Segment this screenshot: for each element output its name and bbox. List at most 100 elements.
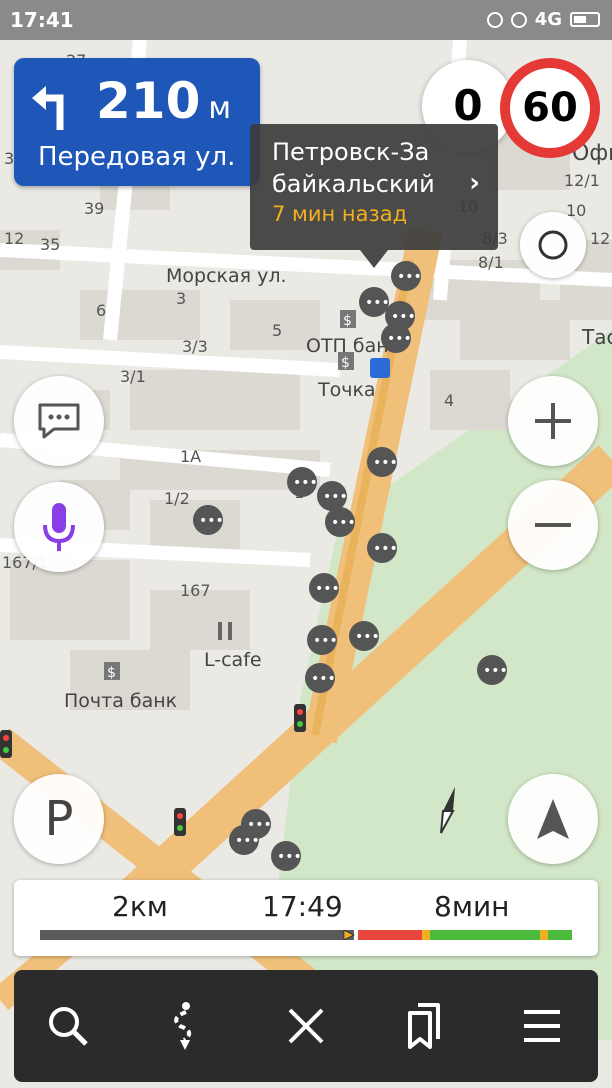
svg-text:12: 12 — [4, 229, 24, 248]
search-button[interactable] — [40, 998, 96, 1054]
callout-line2: байкальский — [272, 170, 435, 198]
close-icon — [288, 1008, 324, 1044]
speed-limit-sign: 60 — [500, 58, 600, 158]
layers-button[interactable] — [520, 212, 586, 278]
status-bar: 17:41 4G — [0, 0, 612, 40]
svg-text:•••: ••• — [387, 331, 412, 347]
bus-stop-icon — [370, 358, 390, 378]
svg-text:3/3: 3/3 — [182, 337, 208, 356]
bank-icon: $ — [340, 310, 356, 329]
svg-text:12: 12 — [590, 229, 610, 248]
svg-text:•••: ••• — [199, 513, 224, 529]
svg-text:•••: ••• — [315, 581, 340, 597]
traffic-light-icon — [174, 808, 186, 836]
svg-text:•••: ••• — [397, 269, 422, 285]
svg-text:•••: ••• — [293, 475, 318, 491]
zoom-in-button[interactable] — [508, 376, 598, 466]
maneuver-street: Передовая ул. — [38, 142, 236, 172]
maneuver-distance-unit: м — [208, 91, 232, 126]
callout-pointer — [360, 250, 388, 268]
turn-left-icon — [32, 86, 64, 130]
svg-text:•••: ••• — [331, 515, 356, 531]
microphone-icon — [43, 503, 75, 551]
recenter-button[interactable] — [508, 774, 598, 864]
voice-assistant-button[interactable] — [14, 482, 104, 572]
parking-icon: P — [44, 791, 74, 847]
layers-icon — [538, 230, 568, 260]
compass-button[interactable] — [418, 780, 478, 840]
menu-icon — [524, 1010, 560, 1042]
route-distance: 2км — [112, 890, 168, 923]
svg-text:•••: ••• — [323, 489, 348, 505]
navigation-arrow-icon — [537, 799, 569, 839]
route-button[interactable] — [158, 998, 214, 1054]
svg-text:5: 5 — [272, 321, 282, 340]
svg-text:•••: ••• — [483, 663, 508, 679]
svg-text:•••: ••• — [373, 455, 398, 471]
bank-icon: $ — [104, 662, 120, 681]
traffic-bar-free — [548, 930, 572, 940]
poi-label-lcafe: L-cafe — [204, 649, 262, 671]
svg-text:8/1: 8/1 — [478, 253, 504, 272]
callout-time-ago: 7 мин назад — [272, 202, 408, 226]
search-icon — [49, 1007, 88, 1046]
callout-line1: Петровск-За — [272, 138, 430, 166]
cancel-route-button[interactable] — [278, 998, 334, 1054]
svg-text:•••: ••• — [391, 309, 416, 325]
bookmarks-button[interactable] — [396, 998, 452, 1054]
chevron-right-icon: › — [469, 168, 480, 198]
svg-text:$: $ — [107, 665, 116, 681]
parking-button[interactable]: P — [14, 774, 104, 864]
battery-icon — [570, 12, 600, 27]
maneuver-panel[interactable]: 210 м Передовая ул. — [14, 58, 260, 186]
traffic-light-icon — [294, 704, 306, 732]
bottom-toolbar — [14, 970, 598, 1082]
traffic-progress-bar — [40, 930, 572, 940]
svg-text:•••: ••• — [373, 541, 398, 557]
svg-text:•••: ••• — [277, 849, 302, 865]
traffic-bar-jam — [358, 930, 422, 940]
network-type: 4G — [534, 9, 562, 30]
traffic-bar-done — [40, 930, 354, 940]
route-icon — [174, 1002, 192, 1050]
svg-text:•••: ••• — [235, 833, 260, 849]
status-icons: 4G — [486, 9, 600, 30]
maneuver-distance: 210 м — [96, 76, 231, 126]
status-time: 17:41 — [10, 8, 74, 32]
street-label-morskaya: Морская ул. — [166, 265, 287, 287]
traffic-bar-slow — [422, 930, 430, 940]
svg-text:3/1: 3/1 — [120, 367, 146, 386]
svg-text:$: $ — [341, 355, 350, 371]
svg-text:167: 167 — [180, 581, 211, 600]
event-callout[interactable]: Петровск-За байкальский 7 мин назад › — [250, 124, 498, 250]
poi-label-tochka: Точка — [317, 379, 376, 401]
svg-text:$: $ — [343, 313, 352, 329]
traffic-bar-free — [430, 930, 540, 940]
traffic-light-icon — [0, 730, 12, 758]
menu-button[interactable] — [514, 998, 570, 1054]
route-summary-panel[interactable]: 2км 17:49 8мин — [14, 880, 598, 956]
poi-label-pochta: Почта банк — [64, 690, 177, 712]
maneuver-distance-value: 210 — [96, 72, 201, 130]
location-icon — [486, 11, 503, 28]
svg-text:•••: ••• — [313, 633, 338, 649]
svg-text:1А: 1А — [180, 447, 201, 466]
alarm-icon — [510, 11, 527, 28]
bookmarks-icon — [408, 1003, 440, 1049]
chat-icon — [38, 403, 80, 439]
zoom-out-button[interactable] — [508, 480, 598, 570]
svg-text:3: 3 — [176, 289, 186, 308]
poi-label-tas: Тас — [581, 325, 612, 349]
svg-text:•••: ••• — [311, 671, 336, 687]
plus-icon — [535, 403, 571, 439]
route-duration: 8мин — [434, 890, 510, 923]
svg-text:35: 35 — [40, 235, 60, 254]
route-eta: 17:49 — [262, 890, 343, 923]
compass-icon — [440, 787, 455, 834]
road-events-button[interactable] — [14, 376, 104, 466]
bank-icon: $ — [338, 352, 354, 371]
svg-text:•••: ••• — [355, 629, 380, 645]
svg-text:12/1: 12/1 — [564, 171, 600, 190]
svg-text:•••: ••• — [365, 295, 390, 311]
svg-text:4: 4 — [444, 391, 454, 410]
